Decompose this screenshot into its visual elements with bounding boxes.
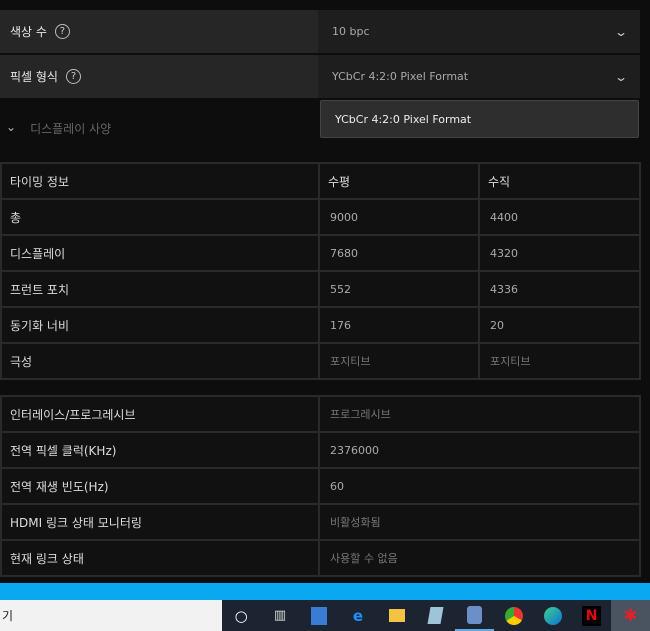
section-label: 디스플레이 사양 — [30, 122, 112, 136]
cortana-icon[interactable]: ○ — [222, 600, 261, 631]
app2-icon[interactable] — [455, 600, 495, 631]
row-label: 프런트 포치 — [0, 270, 320, 308]
chevron-down-icon: ⌄ — [613, 24, 629, 39]
pixel-format-row: 픽셀 형식? YCbCr 4:2:0 Pixel Format ⌄ — [0, 55, 640, 98]
row-label: 동기화 너비 — [0, 306, 320, 344]
cell: 4336 — [478, 270, 641, 308]
table-row: HDMI 링크 상태 모니터링 비활성화됨 — [0, 503, 641, 541]
row-label: 디스플레이 — [0, 234, 320, 272]
cell: 7680 — [318, 234, 480, 272]
row-label: HDMI 링크 상태 모니터링 — [0, 503, 320, 541]
pixel-format-option[interactable]: YCbCr 4:2:0 Pixel Format — [320, 100, 639, 138]
cell: 4320 — [478, 234, 641, 272]
cell: 176 — [318, 306, 480, 344]
help-icon[interactable]: ? — [65, 69, 81, 84]
header-cell: 수평 — [318, 162, 480, 200]
table-row: 디스플레이 7680 4320 — [0, 234, 641, 272]
row-label: 인터레이스/프로그레시브 — [0, 395, 320, 433]
table-row: 극성 포지티브 포지티브 — [0, 342, 641, 380]
timing-table: 타이밍 정보 수평 수직 총 9000 4400 디스플레이 7680 4320 프런트 포… — [0, 162, 641, 380]
color-depth-row: 색상 수? 10 bpc ⌄ — [0, 10, 640, 53]
header-cell: 타이밍 정보 — [0, 162, 320, 200]
cell: 60 — [318, 467, 641, 505]
table-row: 현재 링크 상태 사용할 수 없음 — [0, 539, 641, 577]
color-depth-label: 색상 수 — [10, 25, 47, 39]
pixel-format-label: 픽셀 형식 — [10, 70, 58, 84]
chrome-icon[interactable] — [494, 600, 533, 631]
amd-radeon-icon[interactable]: ✱ — [611, 600, 650, 631]
table-row: 인터레이스/프로그레시브 프로그레시브 — [0, 395, 641, 433]
color-depth-value: 10 bpc — [332, 25, 370, 38]
taskbar-search-input[interactable]: 기 — [0, 600, 222, 631]
task-view-icon[interactable]: ▥ — [261, 600, 300, 631]
help-icon[interactable]: ? — [54, 24, 70, 39]
window-border — [0, 583, 650, 600]
table-row: 동기화 너비 176 20 — [0, 306, 641, 344]
netflix-icon[interactable]: N — [572, 600, 611, 631]
row-label: 전역 픽셀 클럭(KHz) — [0, 431, 320, 469]
cell: 포지티브 — [478, 342, 641, 380]
table-row: 전역 픽셀 클럭(KHz) 2376000 — [0, 431, 641, 469]
row-label: 극성 — [0, 342, 320, 380]
edge-icon[interactable] — [533, 600, 572, 631]
color-depth-select[interactable]: 10 bpc ⌄ — [318, 10, 640, 53]
table-row: 전역 재생 빈도(Hz) 60 — [0, 467, 641, 505]
table-header: 타이밍 정보 수평 수직 — [0, 162, 641, 200]
pixel-format-value: YCbCr 4:2:0 Pixel Format — [332, 70, 469, 83]
cell: 비활성화됨 — [318, 503, 641, 541]
cell: 9000 — [318, 198, 480, 236]
app-icon[interactable] — [300, 600, 339, 631]
cell: 552 — [318, 270, 480, 308]
pixel-format-select[interactable]: YCbCr 4:2:0 Pixel Format ⌄ — [318, 55, 640, 98]
row-label: 현재 링크 상태 — [0, 539, 320, 577]
row-label: 총 — [0, 198, 320, 236]
cell: 20 — [478, 306, 641, 344]
cell: 프로그레시브 — [318, 395, 641, 433]
table-row: 총 9000 4400 — [0, 198, 641, 236]
row-label: 전역 재생 빈도(Hz) — [0, 467, 320, 505]
edge-legacy-icon[interactable]: e — [338, 600, 377, 631]
notepad-icon[interactable] — [416, 600, 455, 631]
cell: 4400 — [478, 198, 641, 236]
chevron-down-icon: ⌄ — [613, 69, 629, 84]
file-explorer-icon[interactable] — [377, 600, 416, 631]
display-specs-toggle[interactable]: ⌄ 디스플레이 사양 — [6, 120, 111, 137]
taskbar: 기 ○ ▥ e N ✱ — [0, 600, 650, 631]
cell: 사용할 수 없음 — [318, 539, 641, 577]
header-cell: 수직 — [478, 162, 641, 200]
cell: 포지티브 — [318, 342, 480, 380]
search-text: 기 — [2, 609, 14, 623]
table-row: 프런트 포치 552 4336 — [0, 270, 641, 308]
cell: 2376000 — [318, 431, 641, 469]
info-table: 인터레이스/프로그레시브 프로그레시브 전역 픽셀 클럭(KHz) 2376000 … — [0, 395, 641, 577]
chevron-down-icon: ⌄ — [6, 120, 17, 134]
